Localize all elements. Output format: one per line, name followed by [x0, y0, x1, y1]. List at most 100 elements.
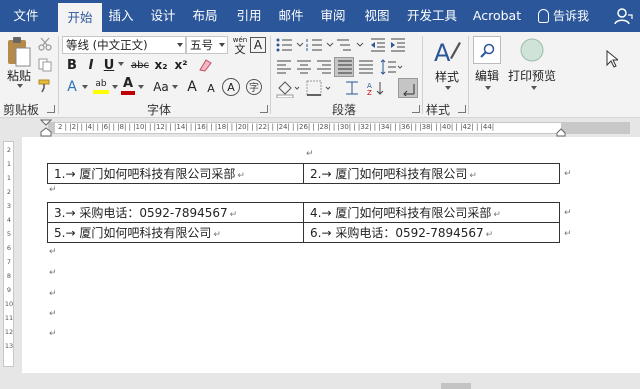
scrollbar-thumb[interactable]: [441, 383, 471, 389]
paragraph-group-label: 段落: [332, 103, 357, 117]
multilevel-list-icon[interactable]: [336, 38, 364, 52]
phonetic-guide-button[interactable]: wén 文: [231, 34, 249, 56]
tab-file[interactable]: 文件: [0, 0, 52, 32]
underline-dropdown[interactable]: [116, 60, 124, 68]
print-preview-button[interactable]: 打印预览: [506, 67, 558, 83]
strikethrough-button[interactable]: abc: [130, 56, 150, 74]
table-cell[interactable]: 2.→ 厦门如何吧科技有限公司 ↵: [303, 163, 560, 184]
bullets-icon[interactable]: [276, 38, 304, 52]
table-cell[interactable]: 4.→ 厦门如何吧科技有限公司采部 ↵: [303, 202, 560, 223]
indent-marker-icon[interactable]: [40, 119, 52, 137]
grow-font-button[interactable]: A: [184, 78, 200, 96]
superscript-button[interactable]: x²: [172, 56, 190, 74]
italic-button[interactable]: I: [84, 56, 98, 74]
tab-acrobat[interactable]: Acrobat: [468, 0, 526, 32]
document-page[interactable]: ↵ 1.→ 厦门如何吧科技有限公司采部 ↵ 2.→ 厦门如何吧科技有限公司 ↵ ↵ …: [22, 137, 640, 373]
styles-launcher-icon[interactable]: [458, 105, 466, 113]
tab-home[interactable]: 开始: [58, 3, 102, 32]
sort-icon[interactable]: A Z: [366, 80, 388, 96]
print-preview-icon-button[interactable]: [518, 36, 546, 64]
shading-icon[interactable]: [276, 80, 302, 98]
numbering-icon[interactable]: [306, 38, 334, 52]
editing-label[interactable]: 编辑: [470, 67, 504, 83]
paste-dropdown[interactable]: [14, 82, 24, 90]
styles-button[interactable]: 样式: [430, 68, 464, 84]
align-right-icon[interactable]: [316, 60, 332, 74]
align-center-icon[interactable]: [296, 60, 312, 74]
line-spacing-icon[interactable]: [380, 59, 404, 75]
paragraph-launcher-icon[interactable]: [412, 105, 420, 113]
svg-text:Z: Z: [367, 89, 372, 96]
underline-button[interactable]: U: [102, 56, 116, 74]
clear-formatting-icon[interactable]: [197, 58, 213, 72]
copy-icon[interactable]: [38, 58, 52, 72]
print-preview-dropdown[interactable]: [528, 84, 538, 92]
font-color-button[interactable]: A: [120, 76, 136, 96]
paragraph-mark: ↵: [49, 268, 57, 278]
show-marks-button[interactable]: [398, 78, 418, 98]
tab-developer[interactable]: 开发工具: [402, 0, 462, 32]
paragraph-mark: ↵: [49, 247, 57, 257]
right-indent-marker-icon[interactable]: [556, 127, 566, 137]
format-painter-icon[interactable]: [38, 79, 52, 93]
group-separator: [422, 36, 423, 114]
change-case-button[interactable]: Aa: [150, 78, 172, 96]
highlight-dropdown[interactable]: [110, 83, 118, 91]
highlight-button[interactable]: ab: [92, 76, 110, 96]
group-separator: [270, 36, 271, 114]
shrink-font-button[interactable]: A: [204, 80, 218, 96]
table-cell[interactable]: 5.→ 厦门如何吧科技有限公司 ↵: [47, 222, 304, 243]
tell-me-box[interactable]: 告诉我: [538, 0, 589, 32]
font-color-dropdown[interactable]: [136, 83, 144, 91]
distributed-icon[interactable]: [358, 60, 374, 74]
tab-view[interactable]: 视图: [360, 0, 394, 32]
font-launcher-icon[interactable]: [260, 105, 268, 113]
increase-indent-icon[interactable]: [390, 38, 406, 52]
tab-design[interactable]: 设计: [146, 0, 180, 32]
editing-button[interactable]: [473, 36, 501, 64]
paragraph-mark: ↵: [49, 289, 57, 299]
table-row: 3.→ 采购电话：0592-7894567 ↵ 4.→ 厦门如何吧科技有限公司采部…: [47, 202, 560, 223]
cut-icon[interactable]: [38, 37, 52, 51]
font-size-value: 五号: [190, 38, 213, 52]
decrease-indent-icon[interactable]: [370, 38, 386, 52]
change-case-dropdown[interactable]: [170, 83, 178, 91]
bold-button[interactable]: B: [64, 56, 80, 74]
table-cell[interactable]: 1.→ 厦门如何吧科技有限公司采部 ↵: [47, 163, 304, 184]
text-effects-button[interactable]: A: [64, 78, 80, 96]
tab-insert[interactable]: 插入: [104, 0, 138, 32]
character-border-button[interactable]: A: [250, 37, 266, 53]
paste-button[interactable]: 粘贴: [4, 67, 34, 83]
document-table-2[interactable]: 3.→ 采购电话：0592-7894567 ↵ 4.→ 厦门如何吧科技有限公司采部…: [47, 202, 560, 243]
enclose-character-button[interactable]: A: [222, 78, 240, 96]
tab-layout[interactable]: 布局: [188, 0, 222, 32]
user-icon[interactable]: [614, 6, 634, 26]
borders-icon[interactable]: [306, 80, 334, 96]
print-preview-icon: [520, 38, 544, 62]
table-cell[interactable]: 6.→ 采购电话：0592-7894567 ↵: [303, 222, 560, 243]
editing-dropdown[interactable]: [482, 84, 492, 92]
font-name-select[interactable]: 等线 (中文正文): [62, 36, 186, 54]
phonetic-bottom: 文: [234, 43, 246, 56]
tab-mailings[interactable]: 邮件: [274, 0, 308, 32]
text-effects-dropdown[interactable]: [80, 83, 88, 91]
clipboard-launcher-icon[interactable]: [47, 105, 55, 113]
justify-button[interactable]: [334, 57, 354, 77]
styles-dropdown[interactable]: [442, 84, 452, 92]
lightbulb-icon: [538, 9, 549, 23]
cell-text: 4.→ 厦门如何吧科技有限公司采部: [310, 206, 492, 220]
chevron-down-icon: [177, 43, 183, 47]
paste-icon[interactable]: [6, 36, 32, 68]
tab-review[interactable]: 审阅: [316, 0, 350, 32]
align-left-icon[interactable]: [276, 60, 292, 74]
subscript-button[interactable]: x₂: [152, 56, 170, 74]
styles-icon[interactable]: A: [432, 36, 462, 66]
tab-references[interactable]: 引用: [232, 0, 266, 32]
document-table-1[interactable]: 1.→ 厦门如何吧科技有限公司采部 ↵ 2.→ 厦门如何吧科技有限公司 ↵: [47, 163, 560, 184]
table-cell[interactable]: 3.→ 采购电话：0592-7894567 ↵: [47, 202, 304, 223]
vertical-ruler[interactable]: 21 123 456 789 10 11 12 13: [0, 137, 18, 371]
chinese-layout-icon[interactable]: [344, 80, 360, 96]
enclosed-char-icon[interactable]: 字: [245, 78, 263, 96]
font-size-select[interactable]: 五号: [186, 36, 228, 54]
horizontal-ruler[interactable]: 2 | |2| | |4| | |6| | |8| | |10| | |12| …: [0, 119, 640, 137]
